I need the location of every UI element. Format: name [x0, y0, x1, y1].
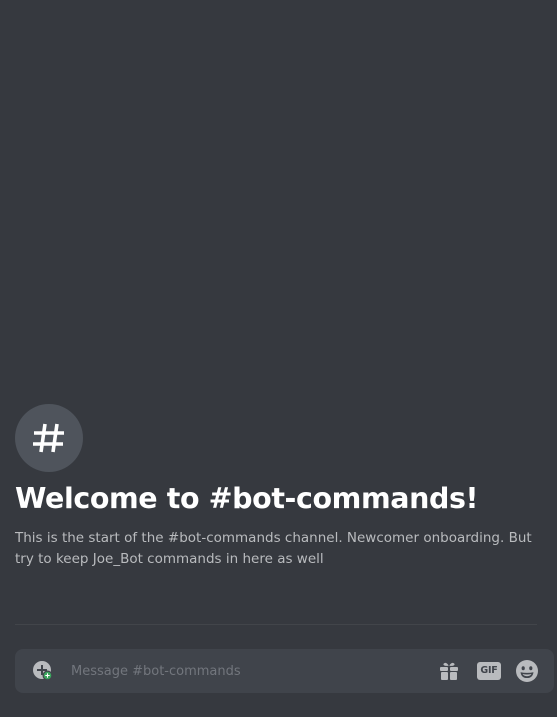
channel-welcome-description: This is the start of the #bot-commands c… [15, 530, 532, 567]
gift-icon [440, 662, 458, 680]
gif-icon: GIF [477, 662, 501, 680]
emoji-button[interactable] [515, 659, 539, 683]
message-input[interactable] [71, 649, 421, 693]
channel-hash-avatar [15, 404, 83, 472]
plus-circle-icon [33, 661, 53, 681]
gif-button[interactable]: GIF [476, 659, 502, 683]
message-composer: GIF [15, 649, 554, 693]
gift-button[interactable] [437, 659, 461, 683]
hash-icon [33, 423, 64, 453]
attach-button[interactable] [32, 660, 54, 682]
divider [15, 624, 537, 625]
chat-area: Welcome to #bot-commands! This is the st… [0, 0, 557, 717]
channel-welcome-title: Welcome to #bot-commands! [15, 482, 479, 515]
emoji-icon [516, 660, 538, 682]
